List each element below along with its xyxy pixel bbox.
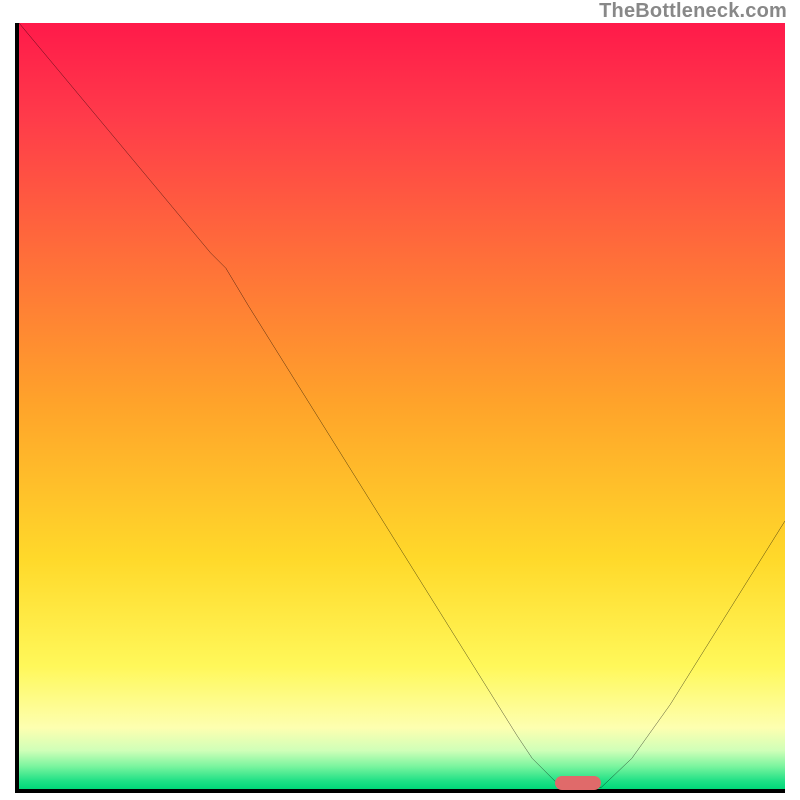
watermark-text: TheBottleneck.com <box>599 0 787 23</box>
chart-area <box>15 23 785 793</box>
line-plot <box>19 23 785 789</box>
target-marker <box>555 776 601 790</box>
curve-path <box>19 23 785 787</box>
